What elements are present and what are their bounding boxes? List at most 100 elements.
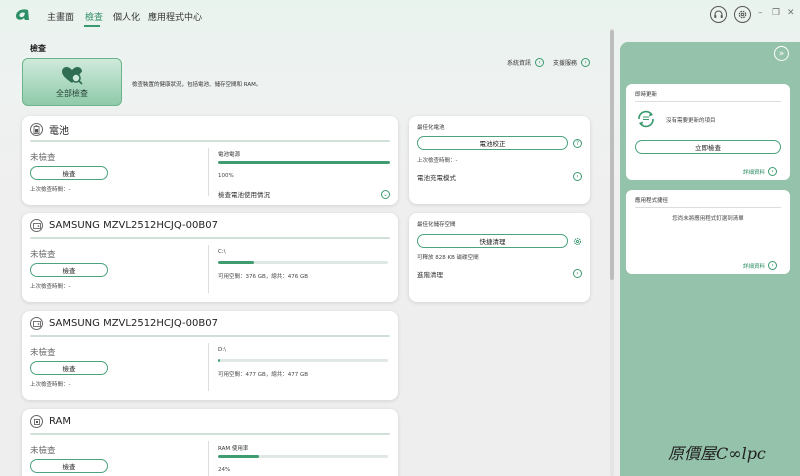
title-divider: [30, 433, 390, 435]
battery-power-label: 電池電源: [218, 152, 241, 158]
check-now-button[interactable]: 立即檢查: [635, 140, 781, 154]
full-check-label: 全部檢查: [56, 88, 88, 98]
battery-power-bar: [218, 161, 390, 164]
disk-drive-label: D:\: [218, 347, 226, 353]
maximize-button[interactable]: ❐: [772, 8, 780, 18]
disk-usage-fill: [218, 261, 254, 264]
quick-clean-button[interactable]: 快捷清理: [417, 234, 568, 248]
disk-title-row: SAMSUNG MZVL2512HCJQ-00B07: [30, 317, 218, 330]
close-button[interactable]: ✕: [787, 8, 795, 18]
battery-power-fill: [218, 161, 390, 164]
disk-card-1: SAMSUNG MZVL2512HCJQ-00B07 未檢查 檢查 上次檢查時間…: [22, 213, 398, 302]
battery-calibration-button[interactable]: 電池校正: [417, 136, 568, 150]
disk-title-row: SAMSUNG MZVL2512HCJQ-00B07: [30, 219, 218, 232]
disk-drive-label: C:\: [218, 249, 226, 255]
disk-last-check: 上次檢查時間：-: [30, 382, 71, 388]
disk-space-text: 可用空間：376 GB，總共：476 GB: [218, 274, 309, 280]
disk-card-2: SAMSUNG MZVL2512HCJQ-00B07 未檢查 檢查 上次檢查時間…: [22, 311, 398, 400]
ram-usage-bar: [218, 455, 388, 458]
title-divider: [30, 335, 390, 337]
battery-last-check: 上次檢查時間：-: [30, 187, 71, 193]
ram-title: RAM: [49, 416, 72, 427]
title-divider: [30, 237, 390, 239]
update-details-link[interactable]: 詳細資料 ›: [743, 167, 778, 176]
chevron-right-icon: ›: [768, 261, 778, 270]
advanced-clean-label[interactable]: 進階清理: [417, 269, 443, 279]
freeable-space-text: 可釋放 828 KB 磁碟空間: [417, 255, 479, 261]
support-headset-icon[interactable]: [710, 6, 727, 23]
tab-personalize[interactable]: 個人化: [113, 10, 140, 23]
chevron-right-icon[interactable]: ›: [573, 269, 582, 278]
ram-status: 未檢查: [30, 446, 56, 456]
ram-chip-icon: [30, 415, 43, 428]
calibration-last-check: 上次檢查時間：-: [417, 158, 458, 164]
title-divider: [30, 140, 390, 142]
chevron-right-icon: ›: [581, 58, 591, 67]
battery-check-button[interactable]: 檢查: [30, 166, 108, 180]
battery-title: 電池: [49, 126, 69, 137]
update-message: 沒有需要更新的項目: [666, 118, 716, 124]
support-link[interactable]: 支援服務 ›: [553, 58, 591, 67]
title-divider: [635, 207, 781, 208]
system-info-link[interactable]: 系統資訊 ›: [507, 58, 545, 67]
scrollbar-thumb[interactable]: [610, 30, 614, 280]
check-description: 檢查裝置的健康狀況，包括電池、儲存空間和 RAM。: [132, 82, 262, 88]
expand-icon[interactable]: ⌄: [381, 190, 390, 199]
optimize-battery-card: 最佳化電池 電池校正 ? 上次檢查時間：- 電池充電模式 ›: [409, 116, 590, 204]
watermark-logo: 原價屋C∞lpc: [668, 444, 766, 463]
battery-title-row: 電池: [30, 122, 69, 137]
app-shortcuts-card: 應用程式捷徑 您尚未將應用程式釘選到清單 詳細資料 ›: [626, 190, 790, 274]
support-label: 支援服務: [553, 60, 578, 67]
chevron-right-icon[interactable]: ›: [573, 172, 582, 181]
optimize-storage-card: 最佳化儲存空間 快捷清理 可釋放 828 KB 磁碟空間 進階清理 ›: [409, 213, 590, 302]
divider: [208, 245, 209, 293]
help-icon[interactable]: ?: [573, 139, 582, 148]
live-update-title: 即時更新: [635, 92, 658, 98]
disk-icon: [30, 219, 43, 232]
disk-check-button[interactable]: 檢查: [30, 361, 108, 375]
title-divider: [635, 101, 781, 102]
shortcuts-details-link[interactable]: 詳細資料 ›: [743, 261, 778, 270]
app-shortcuts-title: 應用程式捷徑: [635, 198, 669, 204]
heart-search-icon: [62, 66, 83, 85]
battery-power-percent: 100%: [218, 173, 234, 179]
optimize-storage-title: 最佳化儲存空間: [417, 222, 456, 228]
settings-gear-icon[interactable]: [734, 6, 751, 23]
divider: [208, 148, 209, 196]
details-label: 詳細資料: [743, 169, 766, 176]
disk-usage-fill: [218, 359, 220, 362]
system-info-label: 系統資訊: [507, 60, 532, 67]
tab-check[interactable]: 檢查: [85, 10, 103, 23]
disk-title: SAMSUNG MZVL2512HCJQ-00B07: [49, 318, 218, 329]
disk-usage-bar: [218, 359, 388, 362]
charge-mode-label[interactable]: 電池充電模式: [417, 172, 456, 182]
ram-title-row: RAM: [30, 415, 71, 428]
shortcuts-empty-message: 您尚未將應用程式釘選到清單: [672, 216, 744, 222]
disk-check-button[interactable]: 檢查: [30, 263, 108, 277]
battery-card: 電池 未檢查 檢查 上次檢查時間：- 電池電源 100% 檢查電池使用情況 ⌄: [22, 116, 398, 205]
tab-home[interactable]: 主畫面: [47, 10, 74, 23]
disk-last-check: 上次檢查時間：-: [30, 284, 71, 290]
disk-usage-bar: [218, 261, 388, 264]
live-update-card: 即時更新 沒有需要更新的項目 立即檢查 詳細資料 ›: [626, 84, 790, 180]
collapse-panel-icon[interactable]: »: [774, 46, 789, 61]
ram-usage-fill: [218, 455, 259, 458]
disk-status: 未檢查: [30, 250, 56, 260]
battery-icon: [30, 123, 43, 136]
settings-gear-icon[interactable]: [573, 237, 582, 246]
battery-usage-link[interactable]: 檢查電池使用情況: [218, 189, 270, 199]
chevron-right-icon: ›: [768, 167, 778, 176]
optimize-battery-title: 最佳化電池: [417, 125, 445, 131]
minimize-button[interactable]: –: [758, 8, 763, 18]
ram-card: RAM 未檢查 檢查 RAM 使用率 24%: [22, 409, 398, 476]
active-tab-indicator: [84, 25, 100, 27]
divider: [208, 343, 209, 391]
page-title: 檢查: [30, 44, 46, 53]
disk-title: SAMSUNG MZVL2512HCJQ-00B07: [49, 220, 218, 231]
full-check-button[interactable]: 全部檢查: [22, 58, 122, 106]
ram-check-button[interactable]: 檢查: [30, 459, 108, 473]
disk-space-text: 可用空間：477 GB，總共：477 GB: [218, 372, 309, 378]
disk-status: 未檢查: [30, 348, 56, 358]
tab-app-center[interactable]: 應用程式中心: [148, 10, 202, 23]
sync-refresh-icon: [638, 110, 654, 128]
